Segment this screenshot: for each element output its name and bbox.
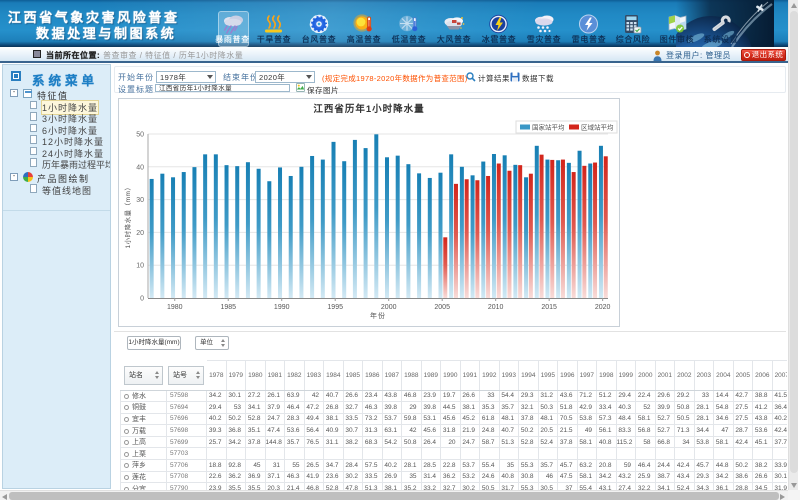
- svg-text:40: 40: [136, 164, 144, 171]
- svg-text:1985: 1985: [220, 304, 236, 311]
- svg-text:2015: 2015: [541, 304, 557, 311]
- svg-text:2005: 2005: [434, 304, 450, 311]
- svg-text:0: 0: [140, 296, 144, 303]
- svg-text:1990: 1990: [274, 304, 290, 311]
- svg-text:2010: 2010: [488, 304, 504, 311]
- svg-text:2000: 2000: [381, 304, 397, 311]
- svg-text:2020: 2020: [595, 304, 611, 311]
- svg-text:国家站平均: 国家站平均: [532, 123, 565, 132]
- svg-text:年份: 年份: [370, 311, 386, 320]
- svg-text:1995: 1995: [327, 304, 343, 311]
- svg-text:50: 50: [136, 132, 144, 139]
- svg-text:20: 20: [136, 230, 144, 237]
- svg-text:区域站平均: 区域站平均: [581, 123, 614, 132]
- svg-text:1小时降水量（mm）: 1小时降水量（mm）: [123, 184, 132, 249]
- svg-text:30: 30: [136, 197, 144, 204]
- svg-text:1980: 1980: [167, 304, 183, 311]
- svg-text:江西省历年1小时降水量: 江西省历年1小时降水量: [313, 103, 424, 115]
- svg-text:10: 10: [136, 263, 144, 270]
